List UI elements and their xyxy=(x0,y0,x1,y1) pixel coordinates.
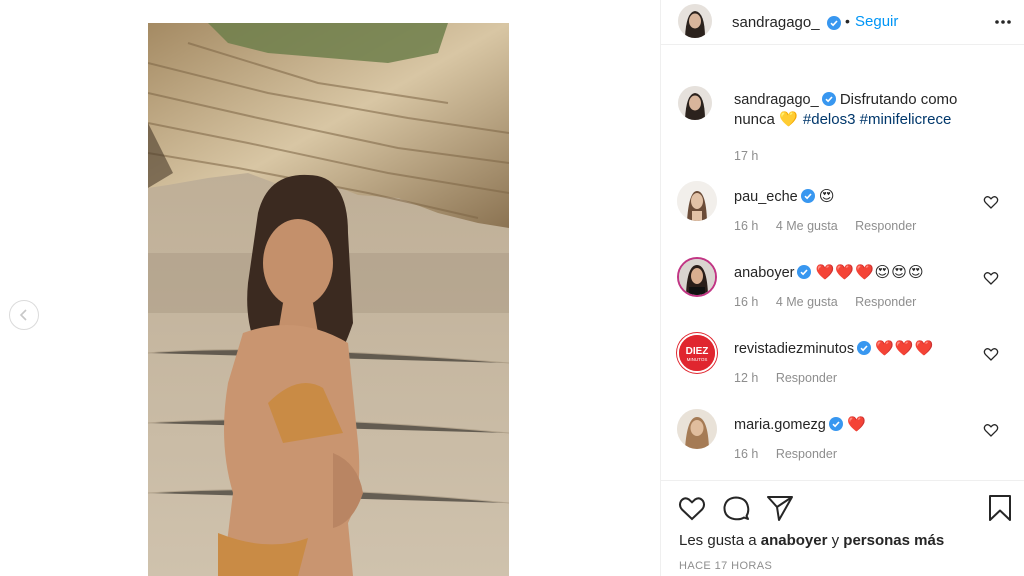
likes-summary: Les gusta a anaboyer y personas más xyxy=(679,532,944,549)
reply-button[interactable]: Responder xyxy=(776,447,837,461)
svg-text:DIEZ: DIEZ xyxy=(686,346,709,357)
verified-badge-icon xyxy=(827,16,841,30)
likes-user-link[interactable]: anaboyer xyxy=(761,532,828,549)
commenter-avatar-image xyxy=(679,259,715,295)
reply-button[interactable]: Responder xyxy=(855,295,916,309)
comment-icon[interactable] xyxy=(721,493,751,523)
likes-mid: y xyxy=(827,532,844,549)
hashtag-delos3[interactable]: #delos3 xyxy=(803,111,856,128)
comment-meta: 16 h Responder xyxy=(734,447,851,461)
caption-timestamp[interactable]: 17 h xyxy=(734,149,758,163)
separator-dot: • xyxy=(845,13,850,29)
commenter-avatar[interactable] xyxy=(677,181,717,221)
comment-likes-count[interactable]: 4 Me gusta xyxy=(776,219,838,233)
caption-username[interactable]: sandragago_ xyxy=(734,92,819,108)
beach-photo-illustration xyxy=(148,23,509,576)
post-photo[interactable] xyxy=(148,23,509,576)
share-icon[interactable] xyxy=(765,493,795,523)
heart-icon[interactable] xyxy=(677,493,707,523)
author-avatar[interactable] xyxy=(678,4,712,38)
caption-text-block: sandragago_ Disfrutando como nunca 💛 #de… xyxy=(734,90,994,166)
comment-time[interactable]: 16 h xyxy=(734,295,758,309)
heart-icon[interactable] xyxy=(983,422,999,438)
comment-body: ❤️❤️❤️😍😍😍 xyxy=(815,264,925,281)
comment-text: maria.gomezg ❤️ xyxy=(734,415,867,433)
commenter-avatar[interactable] xyxy=(677,409,717,449)
heart-icon[interactable] xyxy=(983,346,999,362)
more-options-icon[interactable] xyxy=(993,12,1013,32)
verified-badge-icon xyxy=(857,341,872,355)
author-avatar-image xyxy=(678,4,712,38)
comment-likes-count[interactable]: 4 Me gusta xyxy=(776,295,838,309)
reply-button[interactable]: Responder xyxy=(855,219,916,233)
post-details-panel: sandragago_ • Seguir sandragago_ Disfrut… xyxy=(660,0,1024,576)
comment-body: 😍 xyxy=(818,188,836,205)
comment-meta: 16 h 4 Me gusta Responder xyxy=(734,219,930,233)
comment-time[interactable]: 16 h xyxy=(734,447,758,461)
comment-item: anaboyer ❤️❤️❤️😍😍😍 16 h 4 Me gusta Respo… xyxy=(661,257,1024,327)
comment-body: ❤️ xyxy=(847,416,867,433)
comment-item: maria.gomezg ❤️ 16 h Responder xyxy=(661,409,1024,479)
comment-username[interactable]: anaboyer xyxy=(734,265,794,281)
heart-icon[interactable] xyxy=(983,270,999,286)
comment-item: DIEZ MINUTOS revistadiezminutos ❤️❤️❤️ 1… xyxy=(661,333,1024,403)
comment-time[interactable]: 16 h xyxy=(734,219,758,233)
follow-button[interactable]: Seguir xyxy=(855,13,898,30)
post-header: sandragago_ • Seguir xyxy=(661,0,1024,45)
heart-icon[interactable] xyxy=(983,194,999,210)
likes-others-link[interactable]: personas más xyxy=(843,532,944,549)
media-area xyxy=(0,0,660,576)
hashtag-minifelicrece[interactable]: #minifelicrece xyxy=(860,111,952,128)
comment-username[interactable]: maria.gomezg xyxy=(734,417,826,433)
verified-badge-icon xyxy=(800,189,815,203)
verified-badge-icon xyxy=(828,417,843,431)
comment-meta: 12 h Responder xyxy=(734,371,851,385)
caption-avatar[interactable] xyxy=(678,86,712,120)
commenter-avatar-image xyxy=(677,409,717,449)
svg-text:MINUTOS: MINUTOS xyxy=(687,357,708,362)
previous-post-button[interactable] xyxy=(9,300,39,330)
bookmark-icon[interactable] xyxy=(985,493,1015,523)
comment-text: pau_eche 😍 xyxy=(734,187,836,205)
comment-body: ❤️❤️❤️ xyxy=(875,340,935,357)
verified-badge-icon xyxy=(797,265,812,279)
likes-prefix: Les gusta a xyxy=(679,532,761,549)
comment-time[interactable]: 12 h xyxy=(734,371,758,385)
comment-username[interactable]: revistadiezminutos xyxy=(734,341,854,357)
commenter-avatar[interactable]: DIEZ MINUTOS xyxy=(677,333,717,373)
author-username[interactable]: sandragago_ xyxy=(732,14,820,31)
commenter-avatar[interactable] xyxy=(677,257,717,297)
comment-text: anaboyer ❤️❤️❤️😍😍😍 xyxy=(734,263,925,281)
diez-minutos-logo: DIEZ MINUTOS xyxy=(679,335,715,371)
comment-item: pau_eche 😍 16 h 4 Me gusta Responder xyxy=(661,181,1024,251)
chevron-left-icon xyxy=(19,309,27,321)
post-timestamp[interactable]: HACE 17 HORAS xyxy=(679,560,772,572)
commenter-avatar-image xyxy=(677,181,717,221)
comment-meta: 16 h 4 Me gusta Responder xyxy=(734,295,930,309)
reply-button[interactable]: Responder xyxy=(776,371,837,385)
caption-emoji: 💛 xyxy=(779,111,799,128)
comment-text: revistadiezminutos ❤️❤️❤️ xyxy=(734,339,934,357)
comment-username[interactable]: pau_eche xyxy=(734,189,798,205)
verified-badge-icon xyxy=(821,92,836,106)
instagram-post-modal: sandragago_ • Seguir sandragago_ Disfrut… xyxy=(0,0,1024,576)
caption-avatar-image xyxy=(678,86,712,120)
post-actions: Les gusta a anaboyer y personas más HACE… xyxy=(661,480,1024,576)
